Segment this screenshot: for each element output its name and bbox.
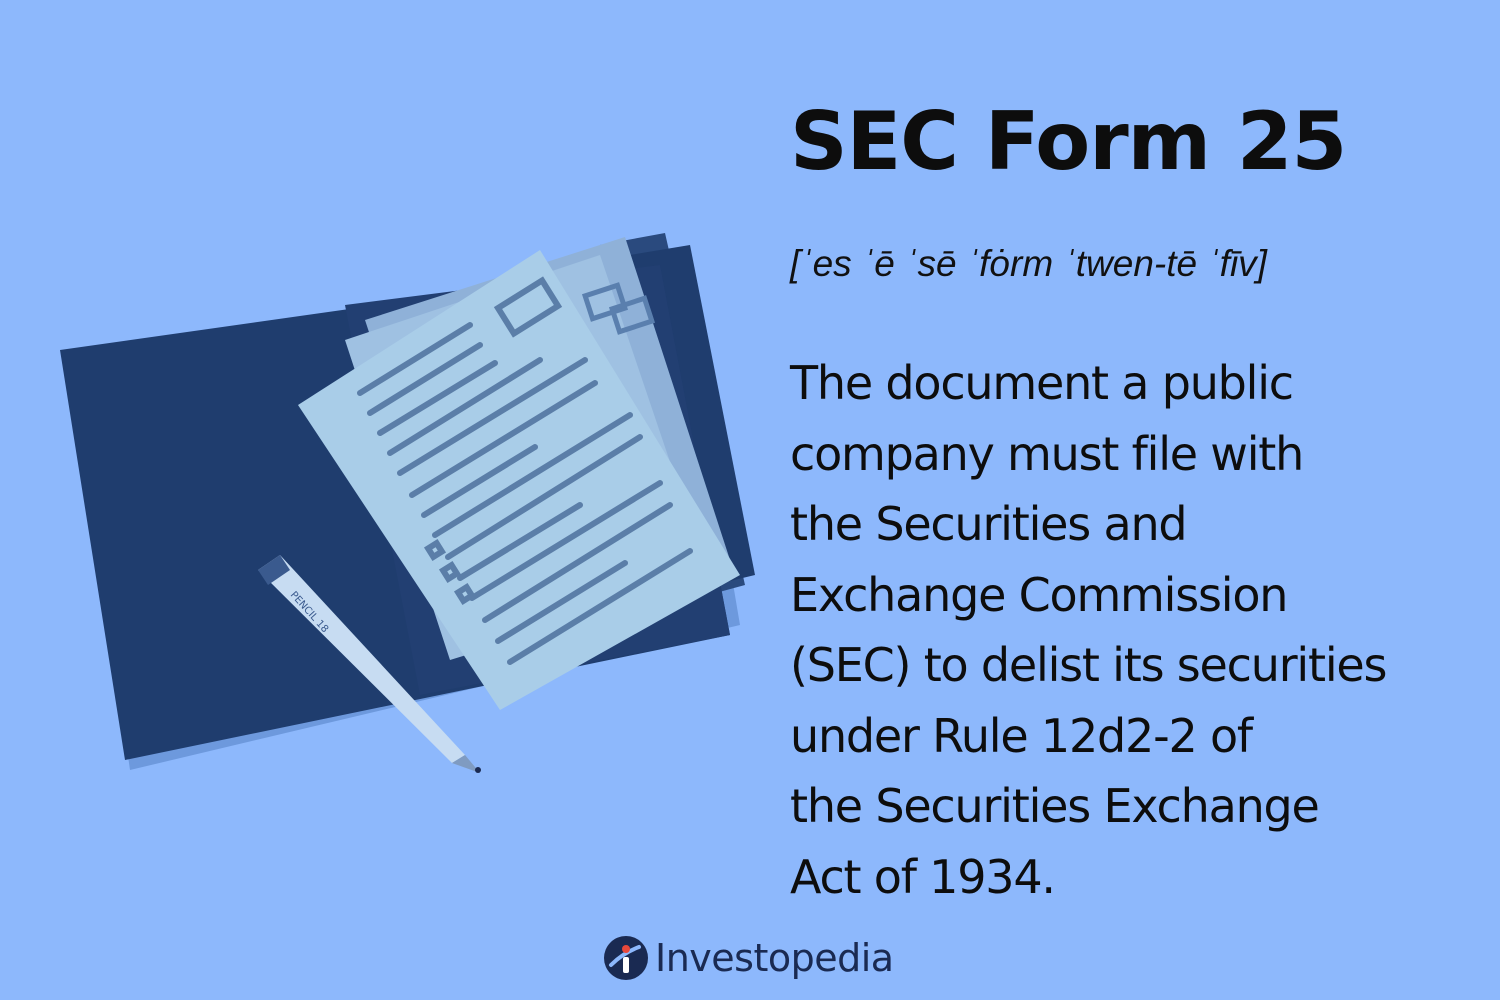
- definition-line: the Securities Exchange: [790, 779, 1320, 833]
- definition-line: Act of 1934.: [790, 849, 1056, 904]
- term-pronunciation: [ˈes ˈē ˈsē ˈfȯrm ˈtwen-tē ˈfīv]: [790, 243, 1267, 284]
- definition-line: the Securities and: [790, 497, 1188, 551]
- definition-line: company must file with: [790, 426, 1304, 481]
- term-definition: The document a public company must file …: [790, 348, 1480, 912]
- brand-name: Investopedia: [655, 936, 894, 980]
- definition-line: The document a public: [790, 356, 1294, 410]
- term-title: SEC Form 25: [790, 95, 1347, 188]
- definition-line: (SEC) to delist its securities: [790, 638, 1387, 692]
- folder-documents-illustration: PENCIL 18: [60, 233, 755, 773]
- investopedia-logo-icon: [604, 936, 648, 980]
- definition-line: Exchange Commission: [790, 567, 1288, 622]
- brand-logo: Investopedia: [603, 932, 894, 984]
- definition-line: under Rule 12d2-2 of: [790, 708, 1253, 763]
